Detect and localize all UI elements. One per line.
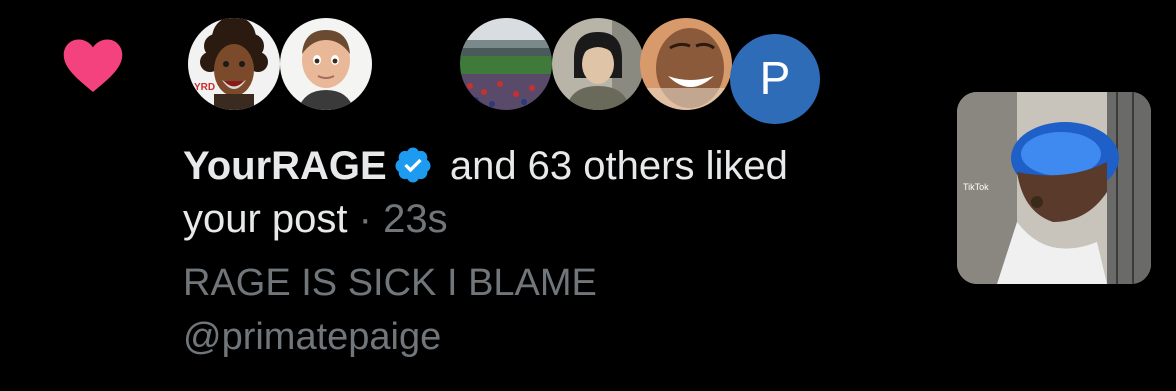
post-preview[interactable]: RAGE IS SICK I BLAME @primatepaige bbox=[183, 256, 943, 364]
liker-avatars: YRD P bbox=[188, 18, 828, 124]
avatar-3d-character[interactable] bbox=[280, 18, 372, 110]
tiktok-watermark: TikTok bbox=[963, 182, 989, 192]
verified-badge-icon bbox=[395, 147, 431, 183]
notification-text: YourRAGE and 63 others liked your post ·… bbox=[183, 140, 943, 364]
avatar-letter: P bbox=[759, 52, 791, 104]
post-preview-line2: @primatepaige bbox=[183, 316, 442, 358]
post-media-thumbnail[interactable]: TikTok bbox=[957, 92, 1151, 284]
like-notification[interactable]: YRD P YourRAGE and 63 others liked your … bbox=[0, 0, 1176, 391]
avatar-laughing-face[interactable] bbox=[640, 18, 732, 110]
action-text: and 63 others liked bbox=[438, 144, 788, 188]
post-preview-line1: RAGE IS SICK I BLAME bbox=[183, 262, 597, 304]
liker-username[interactable]: YourRAGE bbox=[183, 144, 387, 188]
action-text-cont: your post bbox=[183, 197, 348, 241]
separator: · bbox=[358, 197, 384, 241]
avatar-person-photo[interactable] bbox=[552, 18, 644, 110]
timestamp: 23s bbox=[383, 197, 448, 241]
avatar-baseball-stadium[interactable] bbox=[460, 18, 552, 110]
heart-icon bbox=[63, 39, 123, 92]
avatar-letter-p[interactable]: P bbox=[730, 34, 820, 124]
avatar-cartoon-dreadlocks[interactable]: YRD bbox=[188, 18, 280, 110]
svg-text:YRD: YRD bbox=[194, 82, 215, 93]
